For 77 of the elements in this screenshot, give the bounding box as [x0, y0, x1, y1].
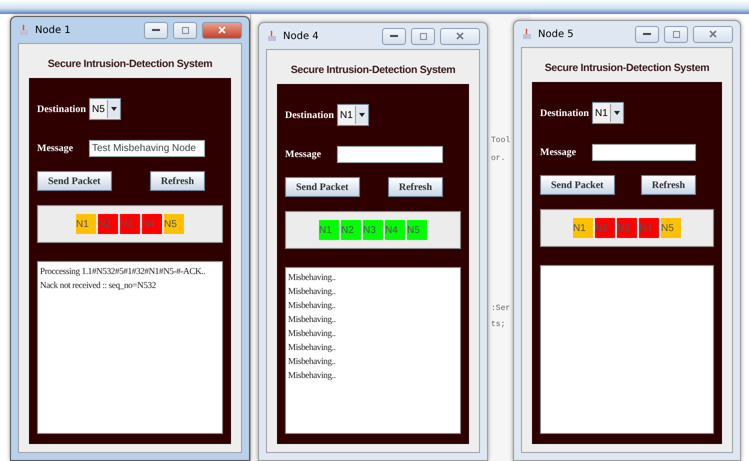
destination-label: Destination [540, 108, 590, 118]
minimize-button[interactable] [382, 28, 406, 44]
maximize-button[interactable] [664, 26, 688, 42]
log-line: Misbehaving.. [288, 369, 336, 382]
send-packet-button[interactable]: Send Packet [37, 171, 112, 191]
node-status: N2 [595, 218, 615, 238]
message-label: Message [540, 147, 578, 158]
caret-icon [106, 100, 120, 118]
destination-label: Destination [37, 104, 87, 114]
code-text: :Ser [491, 304, 510, 313]
message-field[interactable] [337, 146, 443, 163]
code-text: ts; [491, 320, 506, 329]
refresh-button[interactable]: Refresh [640, 175, 696, 195]
node-status: N3 [617, 218, 637, 238]
log-line: Misbehaving.. [288, 341, 336, 354]
destination-dropdown[interactable]: N1 [592, 102, 624, 124]
minimize-button[interactable] [144, 22, 168, 38]
window-title: Node 4 [283, 30, 320, 42]
node-status: N4 [385, 220, 405, 240]
app-heading: Secure Intrusion-Detection System [46, 57, 214, 72]
node-status: N2 [98, 214, 118, 234]
close-icon [218, 26, 226, 34]
message-label: Message [285, 149, 322, 160]
app-heading: Secure Intrusion-Detection System [544, 61, 710, 76]
maximize-icon [182, 26, 188, 34]
destination-dropdown[interactable]: N1 [337, 104, 369, 126]
message-field[interactable] [592, 144, 696, 161]
log-line: Misbehaving.. [288, 299, 336, 312]
close-button[interactable] [440, 28, 480, 44]
message-label: Message [37, 143, 74, 154]
close-icon [456, 32, 464, 40]
log-line: Nack not received :: seq_no=N532 [40, 279, 156, 292]
maximize-icon [672, 30, 680, 38]
refresh-button[interactable]: Refresh [388, 177, 443, 197]
app-heading: Secure Intrusion-Detection System [290, 63, 456, 78]
close-icon [709, 30, 717, 38]
node-status: N1 [573, 218, 593, 238]
minimize-icon [643, 32, 651, 36]
window-title: Node 5 [538, 28, 575, 40]
node-status: N3 [120, 214, 140, 234]
code-text: Tool [491, 136, 510, 145]
destination-label: Destination [285, 110, 335, 120]
caret-icon [354, 106, 368, 124]
log-line: Misbehaving.. [288, 285, 336, 298]
node-status: N4 [142, 214, 162, 234]
maximize-button[interactable] [411, 28, 435, 44]
node-status: N3 [363, 220, 383, 240]
minimize-icon [152, 28, 160, 32]
node-status: N5 [661, 218, 681, 238]
message-field[interactable]: Test Misbehaving Node [89, 140, 205, 157]
node-status: N5 [164, 214, 184, 234]
node-status: N4 [639, 218, 659, 238]
java-icon [521, 28, 533, 40]
destination-dropdown[interactable]: N5 [89, 98, 121, 120]
log-line: Misbehaving.. [288, 355, 336, 368]
close-button[interactable] [693, 26, 733, 42]
send-packet-button[interactable]: Send Packet [285, 177, 360, 197]
close-button[interactable] [202, 22, 242, 38]
refresh-button[interactable]: Refresh [150, 171, 205, 191]
java-icon [18, 24, 30, 36]
node-status: N1 [319, 220, 339, 240]
node-status: N1 [76, 214, 96, 234]
send-packet-button[interactable]: Send Packet [540, 175, 614, 195]
caret-icon [610, 104, 623, 122]
code-text: or. [491, 154, 506, 163]
log-line: Proccessing 1.1#N532#5#1#32#N1#N5-#-ACK.. [40, 265, 206, 278]
node-status: N2 [341, 220, 361, 240]
minimize-icon [390, 34, 398, 38]
log-line: Misbehaving.. [288, 327, 336, 340]
java-icon [266, 30, 278, 42]
window-title: Node 1 [35, 24, 72, 36]
node-status: N5 [407, 220, 427, 240]
log-line: Misbehaving.. [288, 313, 336, 326]
log-line: Misbehaving.. [288, 271, 336, 284]
maximize-button[interactable] [173, 22, 197, 38]
maximize-icon [420, 32, 426, 40]
minimize-button[interactable] [635, 26, 659, 42]
